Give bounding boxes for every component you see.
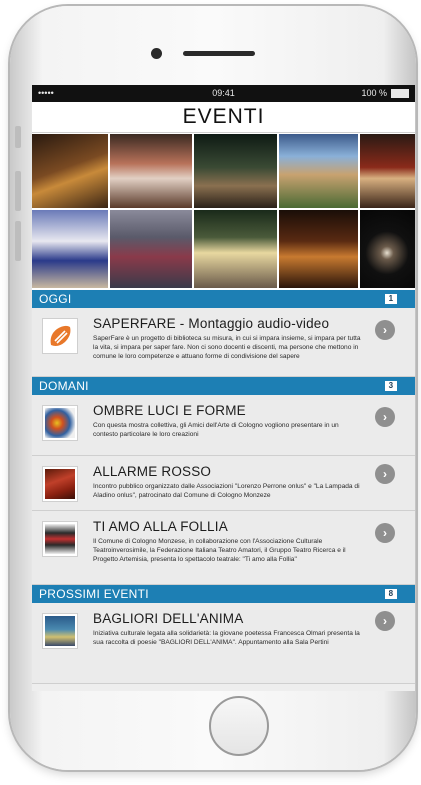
photo-gallery bbox=[32, 133, 415, 290]
event-description: Iniziativa culturale legata alla solidar… bbox=[93, 630, 360, 646]
photo-stage-concert-icon[interactable] bbox=[32, 134, 108, 208]
photo-courtyard-icon[interactable] bbox=[279, 134, 358, 208]
photo-street-market-icon[interactable] bbox=[110, 210, 192, 288]
chevron-right-icon[interactable]: › bbox=[375, 464, 395, 484]
event-description: Il Comune di Cologno Monzese, in collabo… bbox=[93, 538, 346, 563]
event-title: BAGLIORI DELL'ANIMA bbox=[93, 611, 244, 626]
photo-majorettes-icon[interactable] bbox=[32, 210, 108, 288]
count-badge: 1 bbox=[385, 294, 397, 304]
saperfare-logo-icon bbox=[42, 318, 78, 354]
event-title: OMBRE LUCI E FORME bbox=[93, 403, 246, 418]
event-title: SAPERFARE - Montaggio audio-video bbox=[93, 316, 330, 331]
red-food-graphic bbox=[45, 469, 75, 499]
section-label: OGGI bbox=[39, 292, 72, 306]
status-bar: ••••• 09:41 100 % bbox=[32, 85, 415, 102]
photo-candlelight-icon[interactable] bbox=[279, 210, 358, 288]
photo-theater-stage-icon[interactable] bbox=[360, 210, 415, 288]
status-time: 09:41 bbox=[212, 88, 235, 98]
book-cover-icon bbox=[42, 613, 78, 649]
event-item-follia[interactable]: TI AMO ALLA FOLLIA Il Comune di Cologno … bbox=[32, 511, 415, 585]
app-screen: ••••• 09:41 100 % EVENTI OGGI 1 SAPERFAR… bbox=[32, 85, 415, 691]
event-description: Con questa mostra collettiva, gli Amici … bbox=[93, 422, 339, 438]
volume-up-button bbox=[15, 171, 21, 211]
red-food-icon bbox=[42, 466, 78, 502]
chevron-right-icon[interactable]: › bbox=[375, 523, 395, 543]
event-title: TI AMO ALLA FOLLIA bbox=[93, 519, 228, 534]
event-description: SaperFare è un progetto di biblioteca su… bbox=[93, 335, 361, 360]
mute-switch bbox=[15, 126, 21, 148]
volume-down-button bbox=[15, 221, 21, 261]
count-badge: 3 bbox=[385, 381, 397, 391]
battery-icon bbox=[391, 88, 409, 98]
section-header-domani: DOMANI 3 bbox=[32, 377, 415, 395]
photo-evening-crowd-icon[interactable] bbox=[194, 134, 277, 208]
battery-percent: 100 % bbox=[361, 88, 387, 98]
count-badge: 8 bbox=[385, 589, 397, 599]
chevron-right-icon[interactable]: › bbox=[375, 611, 395, 631]
event-title: ALLARME ROSSO bbox=[93, 464, 212, 479]
photo-orchestra-icon[interactable] bbox=[110, 134, 192, 208]
event-item-ombre[interactable]: OMBRE LUCI E FORME Con questa mostra col… bbox=[32, 395, 415, 456]
chevron-right-icon[interactable]: › bbox=[375, 320, 395, 340]
event-item-allarme[interactable]: ALLARME ROSSO Incontro pubblico organizz… bbox=[32, 456, 415, 511]
book-cover-graphic bbox=[45, 616, 75, 646]
battery-status: 100 % bbox=[361, 88, 409, 98]
section-header-prossimi: PROSSIMI EVENTI 8 bbox=[32, 585, 415, 603]
theater-poster-graphic bbox=[45, 524, 75, 554]
section-label: DOMANI bbox=[39, 379, 89, 393]
section-label: PROSSIMI EVENTI bbox=[39, 587, 149, 601]
chevron-right-icon[interactable]: › bbox=[375, 407, 395, 427]
earpiece-speaker bbox=[183, 51, 255, 56]
section-header-oggi: OGGI 1 bbox=[32, 290, 415, 308]
event-item-bagliori[interactable]: BAGLIORI DELL'ANIMA Iniziativa culturale… bbox=[32, 603, 415, 684]
event-description: Incontro pubblico organizzato dalle Asso… bbox=[93, 483, 360, 499]
theater-poster-icon bbox=[42, 521, 78, 557]
front-camera bbox=[151, 48, 162, 59]
home-button[interactable] bbox=[209, 696, 269, 756]
painting-icon bbox=[42, 405, 78, 441]
saperfare-logo-graphic bbox=[45, 321, 75, 351]
page-title: EVENTI bbox=[32, 102, 415, 133]
photo-dalai-lama-icon[interactable] bbox=[360, 134, 415, 208]
event-item-saperfare[interactable]: SAPERFARE - Montaggio audio-video SaperF… bbox=[32, 308, 415, 377]
painting-graphic bbox=[45, 408, 75, 438]
photo-festival-tent-icon[interactable] bbox=[194, 210, 277, 288]
